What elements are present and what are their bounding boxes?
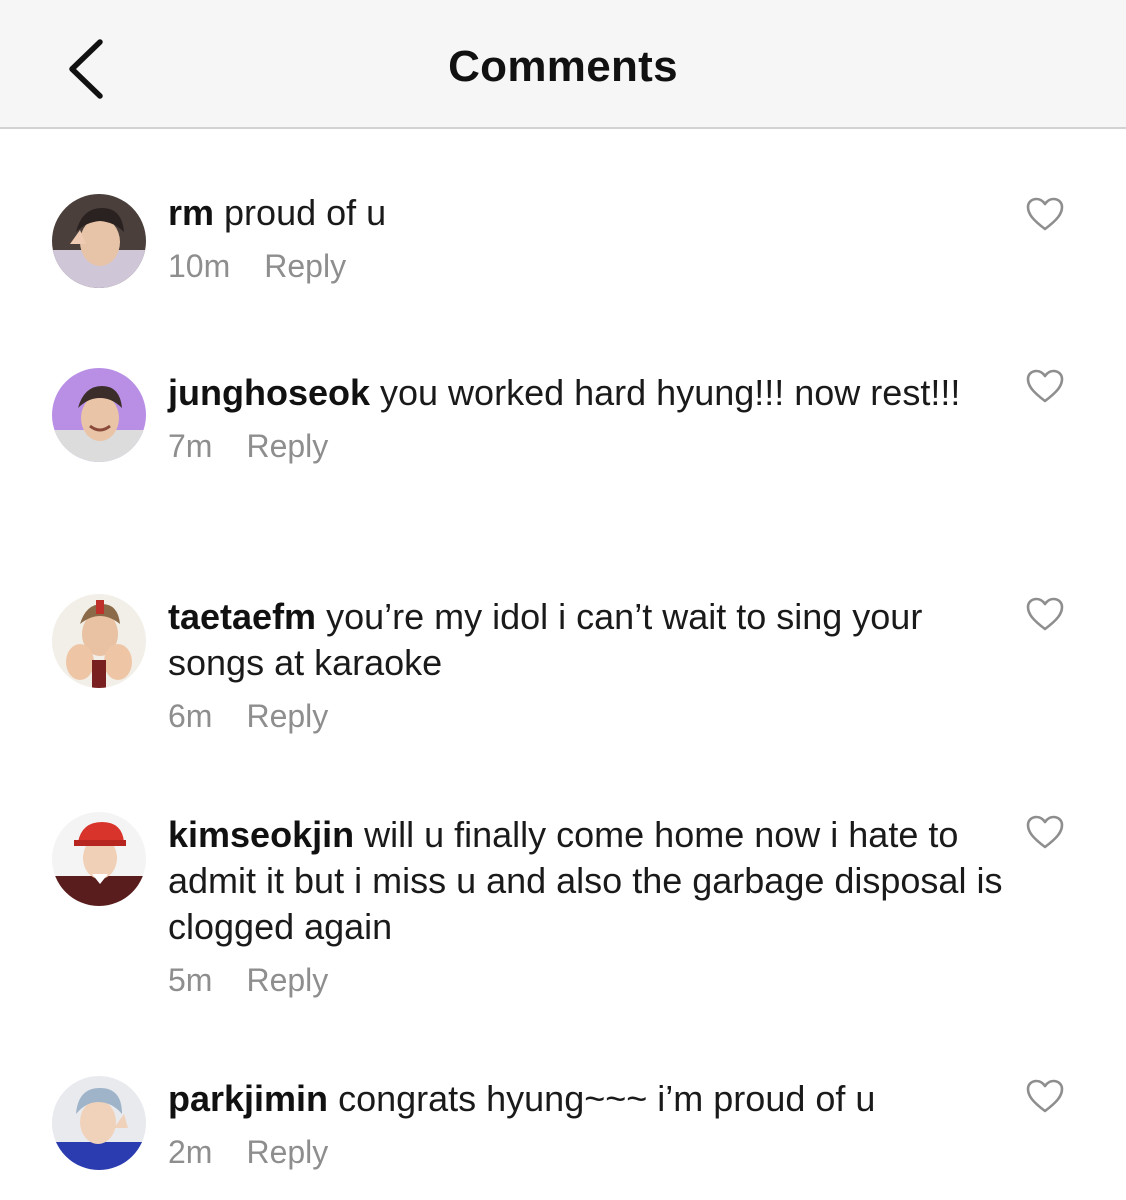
like-button[interactable] <box>1025 1078 1065 1114</box>
comment-text: proud of u <box>224 192 387 233</box>
comment-text-block: kimseokjin will u finally come home now i… <box>168 812 1013 950</box>
comment-meta: 7m Reply <box>168 426 1013 466</box>
comment-timestamp: 7m <box>168 428 213 464</box>
reply-button[interactable]: Reply <box>246 426 328 466</box>
reply-button[interactable]: Reply <box>246 1132 328 1172</box>
page-title: Comments <box>448 42 678 91</box>
like-button[interactable] <box>1025 814 1065 850</box>
heart-outline-icon <box>1026 815 1064 849</box>
heart-outline-icon <box>1026 197 1064 231</box>
reply-button[interactable]: Reply <box>264 246 346 286</box>
comments-screen: Comments rm proud of u 10m Reply junghos… <box>0 0 1126 1200</box>
comment-username[interactable]: rm <box>168 192 214 233</box>
comment-username[interactable]: taetaefm <box>168 596 316 637</box>
comment-text: you worked hard hyung!!! now rest!!! <box>380 372 961 413</box>
comment-meta: 10m Reply <box>168 246 1013 286</box>
header-bar: Comments <box>0 0 1126 129</box>
comment-body: taetaefm you’re my idol i can’t wait to s… <box>168 594 1013 736</box>
heart-outline-icon <box>1026 1079 1064 1113</box>
avatar[interactable] <box>52 594 146 688</box>
heart-outline-icon <box>1026 369 1064 403</box>
like-button[interactable] <box>1025 596 1065 632</box>
comment-text-block: rm proud of u <box>168 190 1013 236</box>
comment-meta: 2m Reply <box>168 1132 1013 1172</box>
comment-meta: 6m Reply <box>168 696 1013 736</box>
comment-username[interactable]: parkjimin <box>168 1078 328 1119</box>
heart-outline-icon <box>1026 597 1064 631</box>
comment-text-block: taetaefm you’re my idol i can’t wait to s… <box>168 594 1013 686</box>
comment-timestamp: 2m <box>168 1134 213 1170</box>
comment-body: parkjimin congrats hyung~~~ i’m proud of … <box>168 1076 1013 1172</box>
reply-button[interactable]: Reply <box>246 696 328 736</box>
comment-timestamp: 5m <box>168 962 213 998</box>
comment-meta: 5m Reply <box>168 960 1013 1000</box>
comment-body: rm proud of u 10m Reply <box>168 190 1013 286</box>
avatar[interactable] <box>52 812 146 906</box>
avatar[interactable] <box>52 194 146 288</box>
comment-body: kimseokjin will u finally come home now i… <box>168 812 1013 1000</box>
comment-text-block: parkjimin congrats hyung~~~ i’m proud of … <box>168 1076 1013 1122</box>
comment-username[interactable]: junghoseok <box>168 372 370 413</box>
reply-button[interactable]: Reply <box>246 960 328 1000</box>
comment-timestamp: 6m <box>168 698 213 734</box>
comment-text: congrats hyung~~~ i’m proud of u <box>338 1078 876 1119</box>
comment-timestamp: 10m <box>168 248 231 284</box>
avatar[interactable] <box>52 1076 146 1170</box>
like-button[interactable] <box>1025 196 1065 232</box>
like-button[interactable] <box>1025 368 1065 404</box>
comment-username[interactable]: kimseokjin <box>168 814 354 855</box>
comment-body: junghoseok you worked hard hyung!!! now r… <box>168 370 1013 466</box>
avatar[interactable] <box>52 368 146 462</box>
comment-text-block: junghoseok you worked hard hyung!!! now r… <box>168 370 1013 416</box>
